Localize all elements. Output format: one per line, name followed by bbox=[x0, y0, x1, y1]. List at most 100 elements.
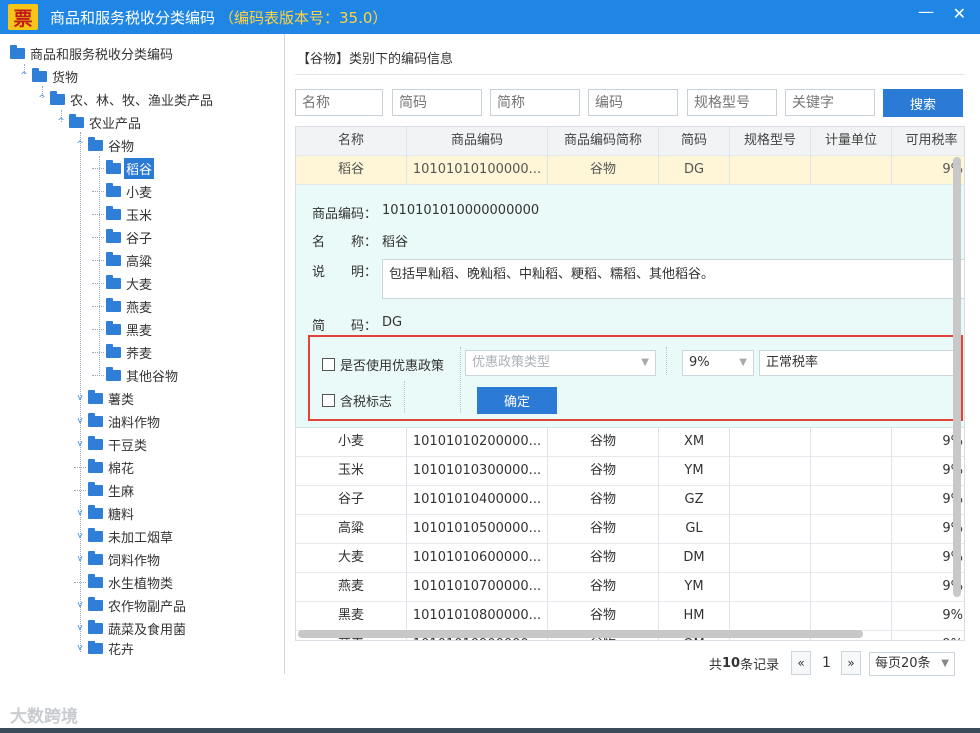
tree-node-goods[interactable]: ^ 货物 bbox=[18, 66, 80, 86]
search-button[interactable]: 搜索 bbox=[883, 89, 963, 117]
tree-node-tobacco[interactable]: v 未加工烟草 bbox=[74, 526, 175, 546]
column-header[interactable]: 名称 bbox=[296, 127, 407, 156]
record-count-total: 10 bbox=[722, 655, 741, 671]
table-row[interactable]: 玉米10101010300000...谷物YM9% bbox=[296, 457, 964, 486]
vertical-scrollbar[interactable] bbox=[953, 157, 961, 597]
column-header[interactable]: 计量单位 bbox=[811, 127, 892, 156]
tree-node-cotton[interactable]: 棉花 bbox=[74, 457, 136, 477]
expand-icon[interactable]: v bbox=[74, 393, 86, 403]
description-textarea[interactable]: 包括早籼稻、晚籼稻、中籼稻、粳稻、糯稻、其他稻谷。 bbox=[382, 259, 964, 299]
folder-icon bbox=[106, 205, 121, 220]
table-row[interactable]: 谷子10101010400000...谷物GZ9% bbox=[296, 486, 964, 515]
name-filter-input[interactable] bbox=[295, 89, 383, 116]
table-cell: 谷物 bbox=[548, 602, 659, 631]
prev-page-button[interactable]: « bbox=[791, 651, 811, 675]
tree-node-grains[interactable]: ^ 谷物 bbox=[74, 135, 136, 155]
column-header[interactable]: 可用税率 bbox=[892, 127, 964, 156]
keyword-filter-input[interactable] bbox=[785, 89, 875, 116]
tree-node-label: 农业产品 bbox=[89, 116, 142, 132]
table-cell: 谷物 bbox=[548, 544, 659, 573]
tree-node-root[interactable]: 商品和服务税收分类编码 bbox=[10, 43, 175, 63]
tree-node-raw-hemp[interactable]: 生麻 bbox=[74, 480, 136, 500]
tax-rate-type-dropdown[interactable]: 正常税率 bbox=[759, 350, 961, 376]
tree-node-agriculture[interactable]: ^ 农业产品 bbox=[55, 112, 143, 132]
tree-node-buckwheat[interactable]: 荞麦 bbox=[92, 342, 154, 362]
collapse-icon[interactable]: ^ bbox=[18, 71, 30, 81]
table-cell bbox=[811, 544, 892, 573]
column-header[interactable]: 简码 bbox=[659, 127, 730, 156]
tree-node-barley[interactable]: 大麦 bbox=[92, 273, 154, 293]
tree-node-wheat[interactable]: 小麦 bbox=[92, 181, 154, 201]
table-cell: 谷子 bbox=[296, 486, 407, 515]
tree-node-sugar-crops[interactable]: v 糖料 bbox=[74, 503, 136, 523]
tree-node-millet[interactable]: 谷子 bbox=[92, 227, 154, 247]
table-row[interactable]: 燕麦10101010700000...谷物YM9% bbox=[296, 573, 964, 602]
table-cell: 谷物 bbox=[548, 156, 659, 185]
tax-rate-dropdown[interactable]: 9% ▼ bbox=[682, 350, 754, 376]
tree-node-label: 货物 bbox=[52, 70, 79, 86]
tree-node-other-grains[interactable]: 其他谷物 bbox=[92, 365, 180, 385]
tree-node-vegetables[interactable]: v 蔬菜及食用菌 bbox=[74, 618, 188, 638]
table-cell: GL bbox=[659, 515, 730, 544]
expand-icon[interactable]: v bbox=[74, 600, 86, 610]
tree-node-label: 小麦 bbox=[126, 185, 153, 201]
table-cell: 10101010200000... bbox=[407, 428, 548, 457]
next-page-button[interactable]: » bbox=[841, 651, 861, 675]
app-logo: 票 bbox=[8, 4, 38, 30]
tree-node-feed-crops[interactable]: v 饲料作物 bbox=[74, 549, 162, 569]
tree-node-crop-byproducts[interactable]: v 农作物副产品 bbox=[74, 595, 188, 615]
policy-settings-box: 是否使用优惠政策 优惠政策类型 ▼ 9% ▼ 正常税率 含税标志 确定 bbox=[308, 335, 963, 421]
expand-icon[interactable]: v bbox=[74, 508, 86, 518]
tree-node-sorghum[interactable]: 高粱 bbox=[92, 250, 154, 270]
tree-node-oats[interactable]: 燕麦 bbox=[92, 296, 154, 316]
table-row[interactable]: 小麦10101010200000...谷物XM9% bbox=[296, 428, 964, 457]
abbr-value: DG bbox=[382, 315, 403, 330]
tree-node-rye[interactable]: 黑麦 bbox=[92, 319, 154, 339]
expand-icon[interactable]: v bbox=[74, 554, 86, 564]
tree-node-label: 大麦 bbox=[126, 277, 153, 293]
collapse-icon[interactable]: ^ bbox=[74, 140, 86, 150]
tree-node-label: 薯类 bbox=[108, 392, 135, 408]
column-header[interactable]: 规格型号 bbox=[730, 127, 811, 156]
collapse-icon[interactable]: ^ bbox=[36, 94, 48, 104]
expand-icon[interactable]: v bbox=[74, 439, 86, 449]
tree-node-label: 稻谷 bbox=[124, 157, 155, 179]
expand-icon[interactable]: v bbox=[74, 416, 86, 426]
page-size-dropdown[interactable]: 每页20条 ▼ bbox=[869, 652, 955, 676]
column-header[interactable]: 商品编码 bbox=[407, 127, 548, 156]
horizontal-scrollbar[interactable] bbox=[298, 630, 863, 638]
tree-node-flowers[interactable]: v 花卉 bbox=[74, 641, 136, 655]
table-cell: 谷物 bbox=[548, 428, 659, 457]
tree-node-rice[interactable]: 稻谷 bbox=[92, 157, 155, 179]
tax-included-checkbox[interactable] bbox=[322, 394, 335, 407]
tree-node-oil-crops[interactable]: v 油料作物 bbox=[74, 411, 162, 431]
confirm-button[interactable]: 确定 bbox=[477, 387, 557, 414]
tree-node-label: 棉花 bbox=[108, 461, 135, 477]
expand-icon[interactable]: v bbox=[74, 531, 86, 541]
table-row[interactable]: 大麦10101010600000...谷物DM9% bbox=[296, 544, 964, 573]
collapse-icon[interactable]: ^ bbox=[55, 117, 67, 127]
spec-filter-input[interactable] bbox=[687, 89, 777, 116]
code-filter-input[interactable] bbox=[588, 89, 678, 116]
column-header[interactable]: 商品编码简称 bbox=[548, 127, 659, 156]
table-cell: GZ bbox=[659, 486, 730, 515]
tree-node-label: 黑麦 bbox=[126, 323, 153, 339]
use-policy-checkbox[interactable] bbox=[322, 358, 335, 371]
short-name-filter-input[interactable] bbox=[490, 89, 580, 116]
tree-node-dry-beans[interactable]: v 干豆类 bbox=[74, 434, 149, 454]
minimize-button[interactable]: — bbox=[918, 2, 934, 21]
expand-icon[interactable]: v bbox=[74, 623, 86, 633]
tree-node-agri-products[interactable]: ^ 农、林、牧、渔业类产品 bbox=[36, 89, 215, 109]
abbr-code-filter-input[interactable] bbox=[392, 89, 482, 116]
tree-node-corn[interactable]: 玉米 bbox=[92, 204, 154, 224]
tree-node-tubers[interactable]: v 薯类 bbox=[74, 388, 136, 408]
expand-icon[interactable]: v bbox=[74, 643, 86, 653]
tree-node-aquatic-plants[interactable]: 水生植物类 bbox=[74, 572, 175, 592]
policy-type-dropdown[interactable]: 优惠政策类型 ▼ bbox=[465, 350, 656, 376]
table-row-selected[interactable]: 稻谷 10101010100000... 谷物 DG 9% bbox=[296, 156, 964, 185]
version-label: （编码表版本号：35.0） bbox=[219, 8, 388, 27]
tree-node-label: 油料作物 bbox=[108, 415, 161, 431]
table-row[interactable]: 高粱10101010500000...谷物GL9% bbox=[296, 515, 964, 544]
close-button[interactable]: ✕ bbox=[953, 4, 966, 23]
table-row[interactable]: 黑麦 10101010800000... 谷物 HM 9% bbox=[296, 602, 964, 631]
